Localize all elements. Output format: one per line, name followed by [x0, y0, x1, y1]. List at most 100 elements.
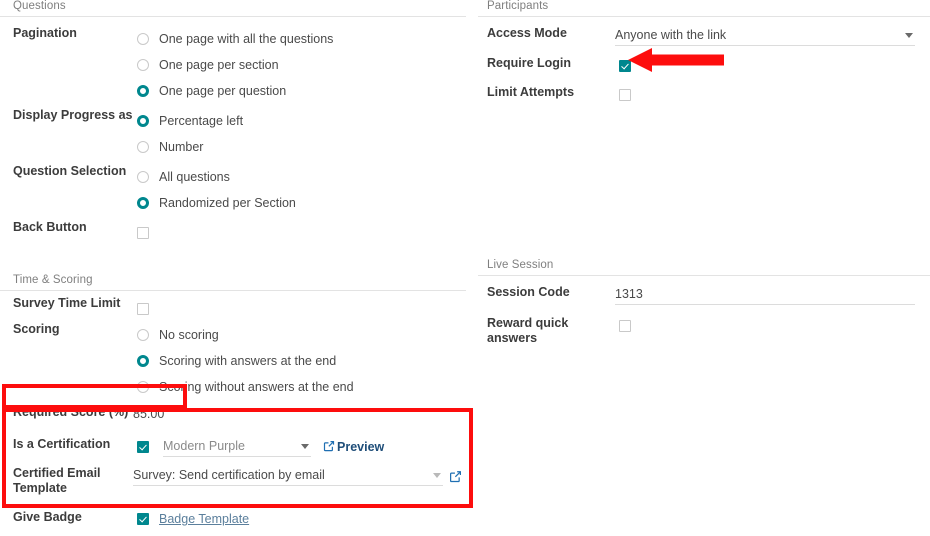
radio-label: One page per section	[159, 58, 279, 72]
chevron-down-icon[interactable]	[301, 444, 309, 449]
radio-option-scoring-with-answers[interactable]: Scoring with answers at the end	[133, 348, 466, 374]
radio-option-one-page-all[interactable]: One page with all the questions	[133, 26, 466, 52]
certification-template-value: Modern Purple	[163, 439, 245, 453]
require-login-checkbox-line[interactable]	[615, 56, 930, 76]
radio-option-percentage-left[interactable]: Percentage left	[133, 108, 466, 134]
radio-label: All questions	[159, 170, 230, 184]
field-row-require-login: Require Login	[478, 56, 930, 82]
give-badge-checkbox-line[interactable]: Badge Template	[133, 510, 466, 528]
participants-group: Participants Access Mode Anyone with the…	[478, 0, 930, 111]
badge-template-link[interactable]: Badge Template	[159, 512, 249, 526]
require-login-field	[615, 56, 930, 76]
required-score-field: 85.00	[133, 405, 466, 424]
radio-icon[interactable]	[137, 171, 149, 183]
survey-time-limit-checkbox-line[interactable]	[133, 296, 466, 322]
access-mode-field: Anyone with the link	[615, 26, 930, 46]
field-row-required-score: Required Score (%) 85.00	[0, 405, 466, 431]
radio-label: Scoring without answers at the end	[159, 380, 354, 394]
scoring-radio-group: No scoring Scoring with answers at the e…	[133, 322, 466, 400]
field-row-access-mode: Access Mode Anyone with the link	[478, 26, 930, 52]
field-row-is-certification: Is a Certification Modern Purple Preview	[0, 437, 466, 463]
radio-icon-selected[interactable]	[137, 85, 149, 97]
display-progress-radio-group: Percentage left Number	[133, 108, 466, 160]
radio-icon[interactable]	[137, 381, 149, 393]
access-mode-value: Anyone with the link	[615, 28, 727, 42]
field-row-limit-attempts: Limit Attempts	[478, 85, 930, 111]
field-row-pagination: Pagination One page with all the questio…	[0, 26, 466, 104]
label-require-login: Require Login	[487, 56, 572, 70]
time-scoring-group-title: Time & Scoring	[0, 274, 466, 291]
checkbox-icon-checked[interactable]	[137, 513, 149, 525]
participants-group-title: Participants	[478, 0, 930, 17]
certified-email-template-field: Survey: Send certification by email	[133, 466, 466, 486]
limit-attempts-field	[615, 85, 930, 105]
field-row-reward-quick-answers: Reward quick answers	[478, 316, 930, 346]
radio-option-one-page-question[interactable]: One page per question	[133, 78, 466, 104]
field-row-give-badge: Give Badge Badge Template	[0, 510, 466, 536]
session-code-input[interactable]: 1313	[615, 285, 915, 305]
chevron-down-icon[interactable]	[433, 473, 441, 478]
field-row-certified-email-template: Certified Email Template Survey: Send ce…	[0, 466, 466, 496]
radio-option-randomized-per-section[interactable]: Randomized per Section	[133, 190, 466, 216]
checkbox-icon[interactable]	[619, 89, 631, 101]
radio-option-number[interactable]: Number	[133, 134, 466, 160]
radio-icon[interactable]	[137, 59, 149, 71]
label-required-score: Required Score (%)	[13, 405, 129, 419]
radio-icon-selected[interactable]	[137, 355, 149, 367]
certification-template-select[interactable]: Modern Purple	[163, 437, 311, 457]
radio-icon-selected[interactable]	[137, 115, 149, 127]
certified-email-template-value: Survey: Send certification by email	[133, 468, 325, 482]
reward-quick-answers-field	[615, 316, 930, 336]
radio-option-scoring-without-answers[interactable]: Scoring without answers at the end	[133, 374, 466, 400]
certified-email-template-select[interactable]: Survey: Send certification by email	[133, 466, 443, 486]
access-mode-select[interactable]: Anyone with the link	[615, 26, 915, 46]
right-column: Participants Access Mode Anyone with the…	[478, 0, 930, 346]
reward-quick-answers-checkbox-line[interactable]	[615, 316, 930, 336]
radio-icon[interactable]	[137, 141, 149, 153]
label-survey-time-limit: Survey Time Limit	[13, 296, 121, 310]
live-session-group-title: Live Session	[478, 259, 930, 276]
radio-icon[interactable]	[137, 329, 149, 341]
radio-label: Scoring with answers at the end	[159, 354, 337, 368]
radio-icon[interactable]	[137, 33, 149, 45]
left-column: Questions Pagination One page with all t…	[0, 0, 466, 536]
preview-link-label: Preview	[337, 440, 385, 454]
label-scoring: Scoring	[13, 322, 60, 336]
radio-label: Number	[159, 140, 204, 154]
survey-options-form: Questions Pagination One page with all t…	[0, 0, 930, 526]
label-reward-quick-answers: Reward quick answers	[487, 316, 569, 345]
external-link-icon	[323, 440, 337, 455]
is-certification-field: Modern Purple Preview	[133, 437, 466, 457]
pagination-radio-group: One page with all the questions One page…	[133, 26, 466, 104]
question-selection-radio-group: All questions Randomized per Section	[133, 164, 466, 216]
limit-attempts-checkbox-line[interactable]	[615, 85, 930, 105]
session-code-field: 1313	[615, 285, 930, 305]
field-row-question-selection: Question Selection All questions Randomi…	[0, 164, 466, 216]
chevron-down-icon[interactable]	[905, 33, 913, 38]
radio-label: No scoring	[159, 328, 219, 342]
checkbox-icon-checked[interactable]	[619, 60, 631, 72]
label-access-mode: Access Mode	[487, 26, 567, 40]
radio-option-no-scoring[interactable]: No scoring	[133, 322, 466, 348]
session-code-value: 1313	[615, 287, 643, 301]
survey-time-limit-field	[133, 296, 466, 322]
label-limit-attempts: Limit Attempts	[487, 85, 575, 99]
radio-icon-selected[interactable]	[137, 197, 149, 209]
field-row-survey-time-limit: Survey Time Limit	[0, 296, 466, 322]
preview-link[interactable]: Preview	[323, 440, 384, 455]
give-badge-field: Badge Template	[133, 510, 466, 528]
radio-option-all-questions[interactable]: All questions	[133, 164, 466, 190]
external-link-icon[interactable]	[449, 470, 462, 483]
radio-label: One page with all the questions	[159, 32, 334, 46]
required-score-input[interactable]: 85.00	[133, 405, 466, 424]
back-button-checkbox-line[interactable]	[133, 220, 466, 246]
checkbox-icon[interactable]	[137, 303, 149, 315]
label-is-certification: Is a Certification	[13, 437, 111, 451]
checkbox-icon[interactable]	[137, 227, 149, 239]
radio-label: One page per question	[159, 84, 287, 98]
checkbox-icon-checked[interactable]	[137, 441, 149, 453]
radio-option-one-page-section[interactable]: One page per section	[133, 52, 466, 78]
time-scoring-group: Time & Scoring Survey Time Limit Scoring…	[0, 274, 466, 536]
field-row-session-code: Session Code 1313	[478, 285, 930, 311]
checkbox-icon[interactable]	[619, 320, 631, 332]
